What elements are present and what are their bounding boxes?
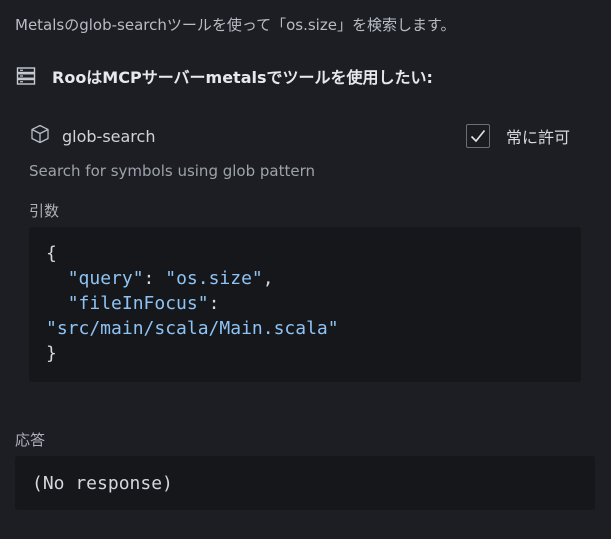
always-allow-toggle[interactable]: 常に許可	[465, 124, 570, 148]
tool-description: Search for symbols using glob pattern	[29, 162, 316, 180]
server-icon	[16, 66, 36, 86]
tool-name: glob-search	[30, 124, 155, 148]
json-open-brace: {	[46, 243, 57, 264]
checkmark-icon	[470, 129, 486, 143]
response-block: (No response)	[15, 456, 595, 510]
json-key-query: "query"	[67, 268, 144, 289]
arguments-code-block: { "query": "os.size", "fileInFocus": "sr…	[29, 227, 581, 382]
json-close-brace: }	[46, 343, 57, 364]
header-title: RooはMCPサーバーmetalsでツールを使用したい:	[52, 68, 433, 87]
response-text: (No response)	[32, 473, 173, 494]
intro-text: Metalsのglob-searchツールを使って「os.size」を検索します…	[15, 16, 456, 34]
json-value-fileinfocus: "src/main/scala/Main.scala"	[46, 318, 339, 339]
tool-request-header: RooはMCPサーバーmetalsでツールを使用したい:	[16, 64, 433, 88]
tool-name-label: glob-search	[62, 126, 156, 146]
always-allow-label[interactable]: 常に許可	[506, 124, 570, 148]
response-label: 応答	[15, 431, 46, 449]
always-allow-checkbox[interactable]	[465, 124, 490, 148]
cube-icon	[30, 124, 50, 148]
tool-row: glob-search 常に許可	[30, 124, 570, 152]
arguments-label: 引数	[29, 202, 60, 220]
json-value-query: "os.size"	[165, 268, 263, 289]
json-key-fileinfocus: "fileInFocus"	[67, 293, 209, 314]
